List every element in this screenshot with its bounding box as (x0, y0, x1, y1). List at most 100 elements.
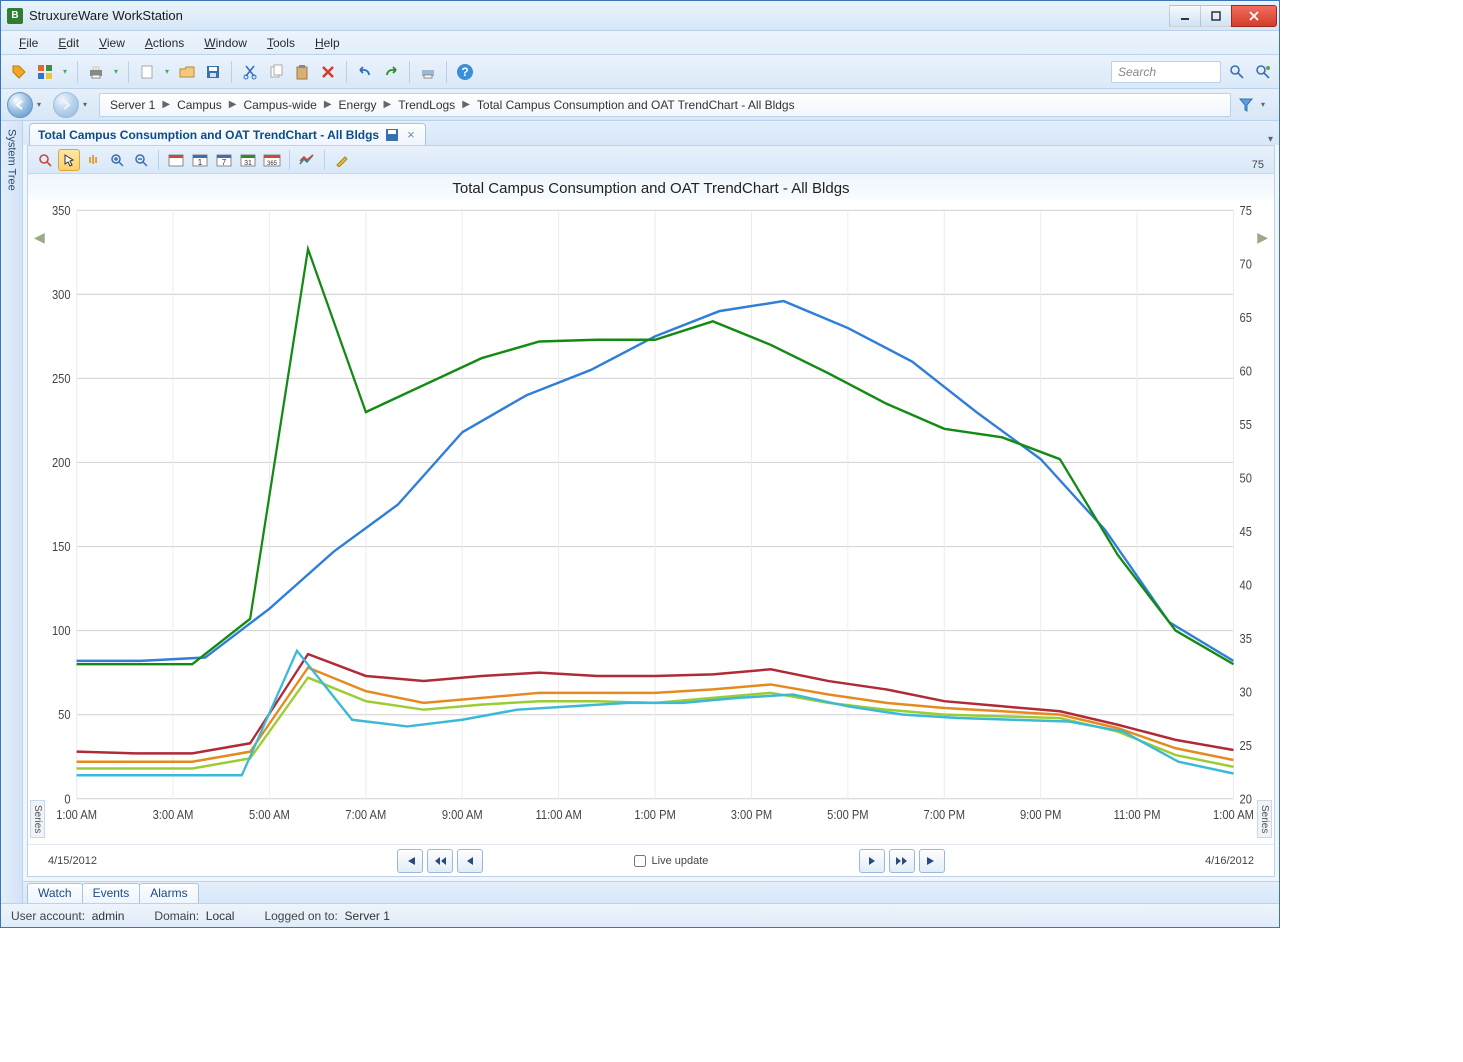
nav-forward-menu[interactable]: ▾ (83, 100, 95, 109)
search-icon[interactable] (1227, 62, 1247, 82)
play-ffwd-button[interactable] (889, 849, 915, 873)
svg-text:200: 200 (52, 455, 71, 470)
menu-edit[interactable]: Edit (48, 34, 89, 52)
tab-watch[interactable]: Watch (27, 883, 83, 903)
crumb-4[interactable]: TrendLogs (394, 98, 459, 112)
menu-view[interactable]: View (89, 34, 135, 52)
crumb-3[interactable]: Energy (335, 98, 381, 112)
play-last-button[interactable] (919, 849, 945, 873)
series-tab-right[interactable]: Series (1257, 800, 1272, 838)
chart-collapse-left-icon[interactable]: ◀ (34, 229, 45, 246)
play-rewind-button[interactable] (427, 849, 453, 873)
svg-text:0: 0 (64, 792, 71, 807)
nav-forward-button[interactable] (53, 92, 79, 118)
cut-icon[interactable] (238, 60, 262, 84)
new-doc-icon[interactable] (135, 60, 159, 84)
search-advanced-icon[interactable] (1253, 62, 1273, 82)
ct-range-31-icon[interactable]: 31 (237, 149, 259, 171)
toolbar-dropdown-3[interactable]: ▾ (161, 67, 173, 76)
ct-pointer-icon[interactable] (58, 149, 80, 171)
copy-icon[interactable] (264, 60, 288, 84)
undo-icon[interactable] (353, 60, 377, 84)
ct-zoom-reset-icon[interactable] (34, 149, 56, 171)
svg-text:35: 35 (1240, 631, 1253, 646)
date-end-label: 4/16/2012 (1205, 855, 1254, 867)
play-first-button[interactable] (397, 849, 423, 873)
ct-pan-icon[interactable] (82, 149, 104, 171)
save-icon[interactable] (201, 60, 225, 84)
minimize-button[interactable] (1169, 5, 1201, 27)
svg-text:25: 25 (1240, 738, 1253, 753)
printer-icon[interactable] (84, 60, 108, 84)
svg-text:1:00 AM: 1:00 AM (1213, 808, 1254, 823)
crumb-2[interactable]: Campus-wide (239, 98, 320, 112)
svg-text:7:00 AM: 7:00 AM (345, 808, 386, 823)
svg-text:50: 50 (58, 708, 71, 723)
grid-icon[interactable] (33, 60, 57, 84)
nav-back-button[interactable] (7, 92, 33, 118)
search-input[interactable]: Search (1111, 61, 1221, 83)
date-start-label: 4/15/2012 (48, 855, 97, 867)
svg-text:75: 75 (1240, 203, 1253, 218)
svg-text:5:00 PM: 5:00 PM (827, 808, 868, 823)
svg-text:5:00 AM: 5:00 AM (249, 808, 290, 823)
delete-icon[interactable] (316, 60, 340, 84)
ct-range-1-icon[interactable]: 1 (189, 149, 211, 171)
svg-text:100: 100 (52, 624, 71, 639)
filter-menu[interactable]: ▾ (1261, 100, 1273, 109)
ct-range-custom-icon[interactable] (165, 149, 187, 171)
help-icon[interactable]: ? (453, 60, 477, 84)
ct-range-7-icon[interactable]: 7 (213, 149, 235, 171)
filter-icon[interactable] (1235, 94, 1257, 116)
tab-close-icon[interactable]: × (405, 127, 417, 142)
playback-right-group (859, 849, 945, 873)
svg-text:?: ? (461, 65, 468, 79)
redo-icon[interactable] (379, 60, 403, 84)
crumb-0[interactable]: Server 1 (106, 98, 159, 112)
nav-back-menu[interactable]: ▾ (37, 100, 49, 109)
toolbar-dropdown-2[interactable]: ▾ (110, 67, 122, 76)
svg-text:1: 1 (198, 158, 203, 167)
menu-file[interactable]: File (9, 34, 48, 52)
svg-text:365: 365 (267, 161, 278, 167)
crumb-1[interactable]: Campus (173, 98, 226, 112)
system-tree-tab[interactable]: System Tree (1, 121, 23, 903)
svg-text:11:00 PM: 11:00 PM (1114, 808, 1161, 823)
toolbar-dropdown-1[interactable]: ▾ (59, 67, 71, 76)
maximize-button[interactable] (1200, 5, 1232, 27)
ct-zoom-in-icon[interactable] (106, 149, 128, 171)
titlebar: B StruxureWare WorkStation (1, 1, 1279, 31)
tab-events[interactable]: Events (82, 883, 141, 903)
live-update-checkbox[interactable] (634, 855, 646, 867)
tabs-overflow-menu[interactable]: ▾ (1268, 134, 1273, 145)
menu-tools[interactable]: Tools (257, 34, 305, 52)
series-tab-left[interactable]: Series (30, 800, 45, 838)
chart-collapse-right-icon[interactable]: ▶ (1257, 229, 1268, 246)
tab-alarms[interactable]: Alarms (139, 883, 198, 903)
svg-text:55: 55 (1240, 417, 1253, 432)
close-button[interactable] (1231, 5, 1277, 27)
menu-actions[interactable]: Actions (135, 34, 194, 52)
tab-save-icon[interactable] (385, 128, 399, 142)
breadcrumb[interactable]: Server 1▶ Campus▶ Campus-wide▶ Energy▶ T… (99, 93, 1231, 117)
ct-edit-icon[interactable] (331, 149, 353, 171)
play-stepback-button[interactable] (457, 849, 483, 873)
ct-series-icon[interactable] (296, 149, 318, 171)
play-stepfwd-button[interactable] (859, 849, 885, 873)
menu-help[interactable]: Help (305, 34, 350, 52)
status-bar: User account: admin Domain: Local Logged… (1, 903, 1279, 927)
paste-icon[interactable] (290, 60, 314, 84)
svg-text:1:00 AM: 1:00 AM (56, 808, 97, 823)
menu-window[interactable]: Window (194, 34, 257, 52)
svg-text:11:00 AM: 11:00 AM (536, 808, 582, 823)
ct-range-365-icon[interactable]: 365 (261, 149, 283, 171)
crumb-5[interactable]: Total Campus Consumption and OAT TrendCh… (473, 98, 799, 112)
tag-icon[interactable] (7, 60, 31, 84)
print-icon[interactable] (416, 60, 440, 84)
window-buttons (1170, 5, 1277, 27)
open-folder-icon[interactable] (175, 60, 199, 84)
svg-text:31: 31 (244, 160, 252, 167)
chart-plot-area[interactable]: ◀ ▶ 050100150200250300350202530354045505… (28, 199, 1274, 844)
document-tab[interactable]: Total Campus Consumption and OAT TrendCh… (29, 123, 426, 145)
ct-zoom-out-icon[interactable] (130, 149, 152, 171)
